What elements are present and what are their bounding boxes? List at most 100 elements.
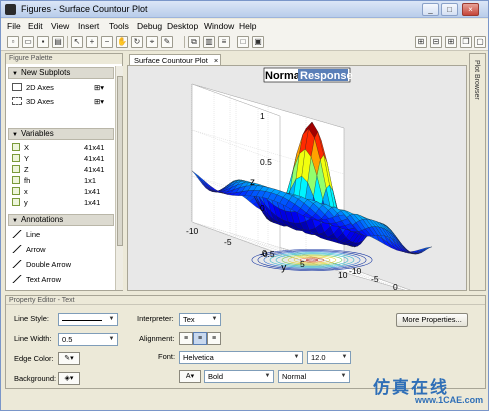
text-color-button[interactable]: A▾ bbox=[179, 370, 201, 383]
show-plot-tools-icon[interactable]: ▣ bbox=[252, 36, 264, 48]
annotation-line[interactable]: Line bbox=[12, 229, 40, 240]
palette-2d-axes[interactable]: 2D Axes bbox=[12, 82, 54, 93]
annotation-arrow[interactable]: Arrow bbox=[12, 244, 46, 255]
title-response[interactable]: Response bbox=[300, 70, 353, 82]
menu-view[interactable]: View bbox=[51, 21, 69, 31]
open-file-icon[interactable]: ▭ bbox=[22, 36, 34, 48]
menu-tools[interactable]: Tools bbox=[109, 21, 129, 31]
line-style-label: Line Style: bbox=[14, 314, 50, 323]
interpreter-label: Interpreter: bbox=[137, 314, 174, 323]
brush-icon[interactable]: ✎ bbox=[161, 36, 173, 48]
variable-row[interactable]: y bbox=[12, 197, 28, 208]
arrow-icon bbox=[12, 245, 22, 253]
edge-color-label: Edge Color: bbox=[14, 354, 54, 363]
variable-size: 1x41 bbox=[84, 198, 101, 207]
section-label: Annotations bbox=[20, 215, 64, 224]
data-cursor-icon[interactable]: ⌖ bbox=[146, 36, 158, 48]
legend-icon[interactable]: ≡ bbox=[218, 36, 230, 48]
variable-row[interactable]: X bbox=[12, 142, 29, 153]
maximize-button[interactable]: □ bbox=[441, 3, 458, 16]
hide-plot-tools-icon[interactable]: □ bbox=[237, 36, 249, 48]
edit-plot-arrow-icon[interactable]: ↖ bbox=[71, 36, 83, 48]
align-right-icon[interactable]: ≡ bbox=[207, 332, 221, 345]
menu-file[interactable]: File bbox=[7, 21, 21, 31]
x-tick-label: 10 bbox=[338, 270, 348, 280]
surface-plot[interactable]: Normal Response -0.500.51-10-50510 -10-50… bbox=[128, 66, 466, 308]
font-weight-select[interactable]: Bold ▼ bbox=[204, 370, 274, 383]
menu-insert[interactable]: Insert bbox=[78, 21, 99, 31]
text-color-icon: A▾ bbox=[185, 373, 195, 380]
scrollbar-thumb[interactable] bbox=[117, 76, 123, 246]
figure-area: Normal Response -0.5 0 0.5 1 -10 -5 0 5 10 -10 -5 0… bbox=[127, 65, 467, 308]
alignment-label: Alignment: bbox=[139, 334, 175, 343]
variable-size: 41x41 bbox=[84, 143, 105, 152]
tile-vertical-icon[interactable]: ⊞ bbox=[445, 36, 457, 48]
background-color-button[interactable]: ◈▾ bbox=[58, 372, 80, 385]
font-family-select[interactable]: Helvetica ▼ bbox=[179, 351, 303, 364]
tab-close-icon[interactable]: × bbox=[214, 56, 218, 65]
subplot-grid-icon[interactable]: ⊞▾ bbox=[94, 96, 104, 107]
dock-icon[interactable]: ▢ bbox=[474, 36, 486, 48]
z-axis-label: z bbox=[250, 177, 255, 188]
plot-browser-panel[interactable]: Plot Browser bbox=[469, 53, 486, 291]
background-label: Background: bbox=[14, 374, 57, 383]
x-tick-label: 0 bbox=[262, 248, 267, 258]
tile-horizontal-icon[interactable]: ⊟ bbox=[430, 36, 442, 48]
line-style-select[interactable]: ▼ bbox=[58, 313, 118, 326]
toolbar: ▫ ▭ ▪ ▤ ↖ + − ✋ ↻ ⌖ ✎ ⧉ ▥ ≡ □ ▣ ⊞ ⊟ ⊞ ❐ … bbox=[1, 33, 488, 51]
variable-icon bbox=[12, 198, 20, 206]
font-size-select[interactable]: 12.0 ▼ bbox=[307, 351, 351, 364]
watermark: 仿真在线 www.1CAE.com bbox=[373, 373, 485, 409]
align-left-icon[interactable]: ≡ bbox=[179, 332, 193, 345]
subplot-grid-icon[interactable]: ⊞▾ bbox=[94, 82, 104, 93]
chevron-down-icon: ▼ bbox=[108, 316, 115, 322]
menu-window[interactable]: Window bbox=[204, 21, 234, 31]
variable-row[interactable]: Y bbox=[12, 153, 29, 164]
tile-icon[interactable]: ⊞ bbox=[415, 36, 427, 48]
close-button[interactable]: × bbox=[462, 3, 479, 16]
font-angle-select[interactable]: Normal ▼ bbox=[278, 370, 350, 383]
palette-scrollbar[interactable] bbox=[115, 66, 123, 290]
variable-row[interactable]: fh bbox=[12, 175, 30, 186]
new-figure-icon[interactable]: ▫ bbox=[7, 36, 19, 48]
variables-header[interactable]: ▼ Variables bbox=[8, 128, 114, 140]
new-subplots-header[interactable]: ▼ New Subplots bbox=[8, 67, 114, 79]
variable-size: 1x41 bbox=[84, 187, 101, 196]
line-width-select[interactable]: 0.5 ▼ bbox=[58, 333, 118, 346]
annotations-header[interactable]: ▼ Annotations bbox=[8, 214, 114, 226]
x-tick-label: 5 bbox=[300, 259, 305, 269]
rotate-3d-icon[interactable]: ↻ bbox=[131, 36, 143, 48]
variable-row[interactable]: Z bbox=[12, 164, 29, 175]
menu-help[interactable]: Help bbox=[239, 21, 256, 31]
print-icon[interactable]: ▤ bbox=[52, 36, 64, 48]
y-tick-label: -5 bbox=[371, 274, 379, 284]
menu-bar: File Edit View Insert Tools Debug Deskto… bbox=[1, 19, 488, 33]
figure-palette: Figure Palette ▼ New Subplots 2D Axes ⊞▾ … bbox=[5, 53, 123, 291]
edge-color-button[interactable]: ✎▾ bbox=[58, 352, 80, 365]
chevron-down-icon: ▼ bbox=[341, 354, 348, 360]
more-properties-button[interactable]: More Properties... bbox=[396, 313, 468, 327]
line-width-label: Line Width: bbox=[14, 334, 52, 343]
annotation-double-arrow[interactable]: Double Arrow bbox=[12, 259, 71, 270]
colorbar-icon[interactable]: ▥ bbox=[203, 36, 215, 48]
float-icon[interactable]: ❐ bbox=[460, 36, 472, 48]
zoom-out-icon[interactable]: − bbox=[101, 36, 113, 48]
menu-edit[interactable]: Edit bbox=[28, 21, 43, 31]
minimize-button[interactable]: _ bbox=[422, 3, 439, 16]
watermark-url: www.1CAE.com bbox=[415, 395, 484, 405]
figures-window: Figures - Surface Countour Plot _ □ × Fi… bbox=[0, 0, 489, 411]
variable-row[interactable]: x bbox=[12, 186, 28, 197]
zoom-in-icon[interactable]: + bbox=[86, 36, 98, 48]
align-center-icon[interactable]: ≡ bbox=[193, 332, 207, 345]
link-plot-icon[interactable]: ⧉ bbox=[188, 36, 200, 48]
pan-icon[interactable]: ✋ bbox=[116, 36, 128, 48]
save-icon[interactable]: ▪ bbox=[37, 36, 49, 48]
menu-desktop[interactable]: Desktop bbox=[167, 21, 198, 31]
annotation-text-arrow[interactable]: Text Arrow bbox=[12, 274, 61, 285]
font-label: Font: bbox=[158, 352, 176, 361]
interpreter-select[interactable]: Tex ▼ bbox=[179, 313, 221, 326]
matlab-figure-icon bbox=[5, 4, 16, 15]
menu-debug[interactable]: Debug bbox=[137, 21, 162, 31]
font-size-value: 12.0 bbox=[311, 353, 326, 362]
palette-3d-axes[interactable]: 3D Axes bbox=[12, 96, 54, 107]
